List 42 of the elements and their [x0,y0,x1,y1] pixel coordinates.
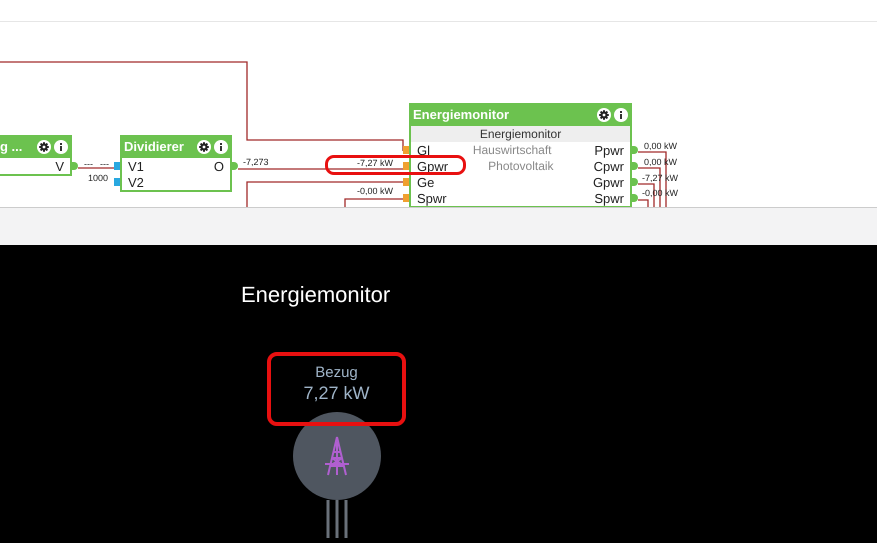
info-icon[interactable] [54,140,68,154]
block-title: Energiemonitor [413,107,510,122]
output-name: Ppwr [594,142,625,158]
input-name: Gl [416,142,430,158]
input-name: Ge [416,174,434,190]
input-name: V1 [127,158,144,174]
info-icon[interactable] [214,140,228,154]
flow-lines [324,500,348,538]
logic-block[interactable]: g ... V [0,135,72,176]
wire-value-label: --- [100,159,109,169]
output-name: V [55,158,65,174]
card-title: Energiemonitor [241,282,390,308]
output-name: Gpwr [592,174,625,190]
grid-value: 7,27 kW [303,383,370,404]
wire-value-label: --- [84,159,93,169]
block-title: g ... [0,139,24,154]
wire-value-label: -7,27 kW [357,158,394,168]
power-tower-icon [324,436,350,476]
logic-block[interactable]: Energiemonitor Energiemonitor Gl Hauswirtschaft Ppwr Gpwr Photovoltaik Cpwr Ge Gpwr Spwr Spwr [409,103,632,207]
settings-icon[interactable] [37,140,51,154]
block-label: Photovoltaik [487,159,555,173]
logic-block[interactable]: Dividierer V1 O V2 [120,135,232,192]
input-name: V2 [127,174,144,190]
input-name: Spwr [416,190,447,206]
output-port[interactable] [72,162,78,170]
block-label: Energiemonitor [411,126,630,142]
wire [78,167,114,169]
output-port[interactable] [232,162,238,170]
output-name: O [214,158,225,174]
wire-value-label: 1000 [88,173,108,183]
input-name: Gpwr [416,158,448,174]
settings-icon[interactable] [597,108,611,122]
block-title: Dividierer [124,139,185,154]
wire-value-label: -7,273 [243,157,269,167]
block-label: Hauswirtschaft [472,143,553,157]
info-icon[interactable] [614,108,628,122]
output-name: Spwr [594,190,625,206]
wire-value-label: -0,00 kW [357,186,394,196]
grid-label: Bezug [315,364,358,381]
settings-icon[interactable] [197,140,211,154]
output-name: Cpwr [594,158,625,174]
wire-value-label: 0,00 kW [644,141,678,151]
